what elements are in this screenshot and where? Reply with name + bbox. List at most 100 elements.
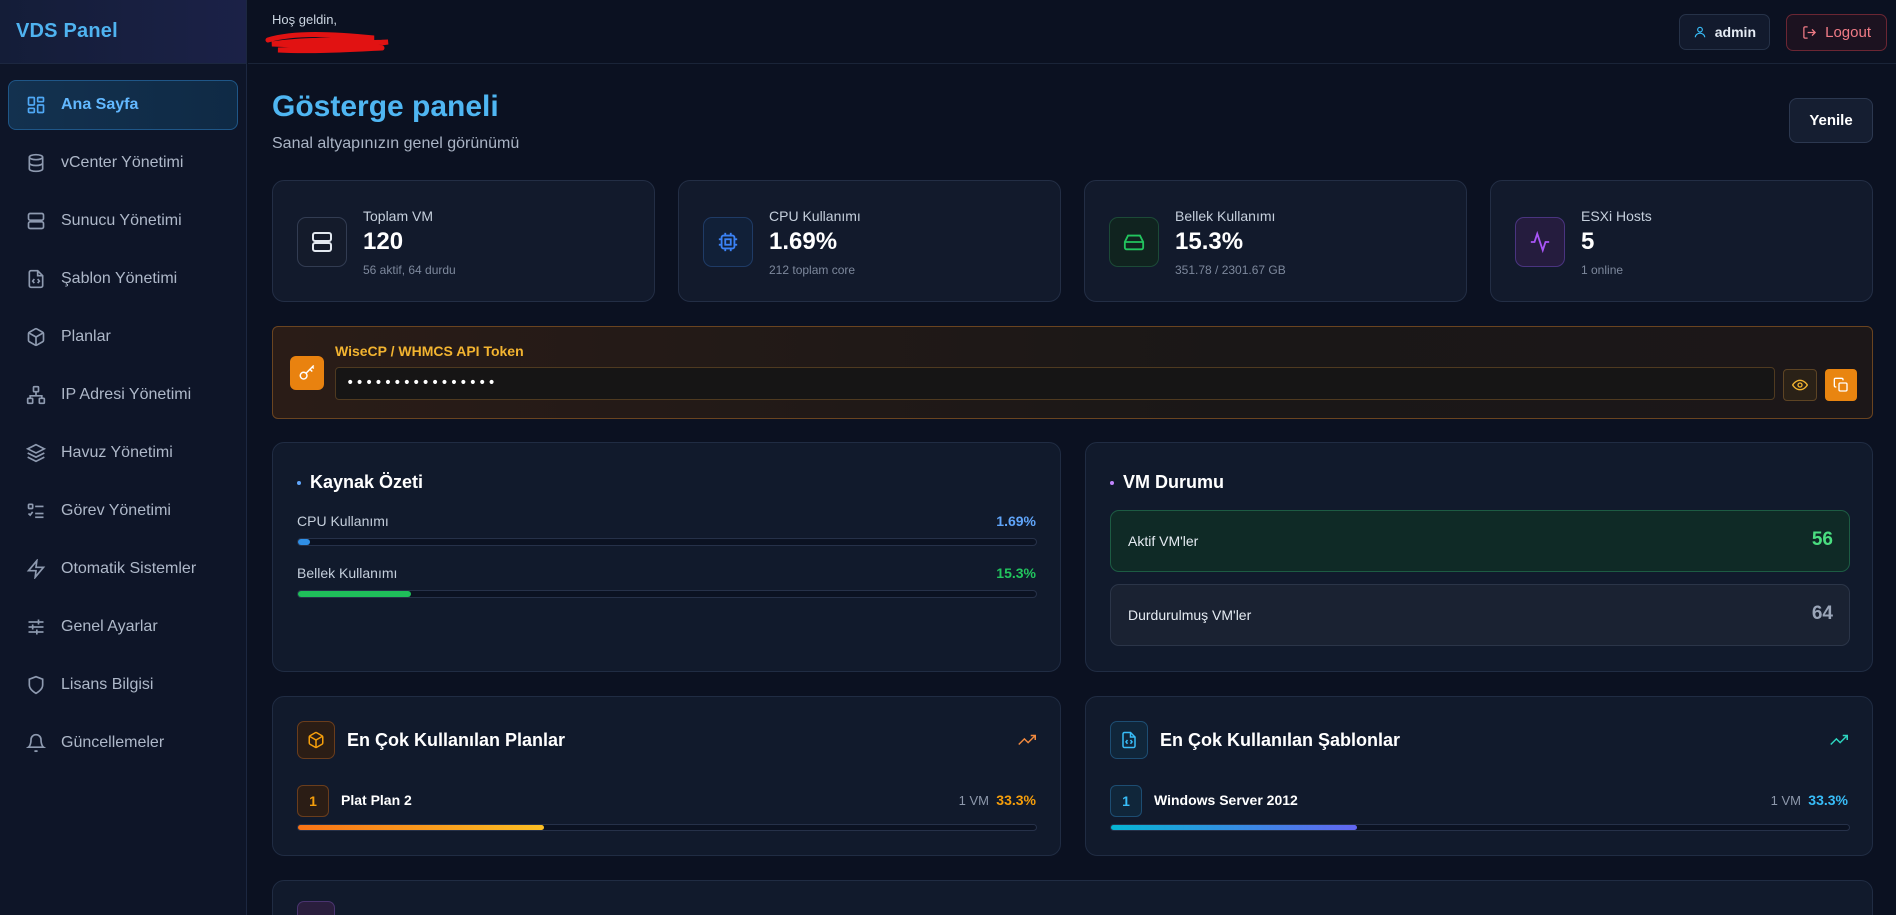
logout-icon	[1802, 25, 1817, 40]
package-icon	[26, 327, 46, 347]
server-icon	[297, 217, 347, 267]
cpu-usage-fill	[298, 539, 311, 545]
sidebar: VDS Panel Ana Sayfa vCenter Yönetimi Sun…	[0, 0, 247, 915]
sidebar-item-havuz[interactable]: Havuz Yönetimi	[8, 428, 238, 478]
active-vms-row[interactable]: Aktif VM'ler 56	[1110, 510, 1850, 572]
logout-label: Logout	[1825, 24, 1871, 41]
sidebar-item-guncellemeler[interactable]: Güncellemeler	[8, 718, 238, 768]
memory-usage-percent: 15.3%	[996, 565, 1036, 581]
sidebar-item-label: Şablon Yönetimi	[61, 270, 178, 287]
stat-value: 1.69%	[769, 228, 838, 255]
user-icon	[1693, 25, 1707, 39]
sidebar-item-label: Görev Yönetimi	[61, 502, 171, 519]
greeting-text: Hoş geldin,	[272, 12, 338, 27]
rank-badge: 1	[1110, 785, 1142, 817]
stat-card-memory: Bellek Kullanımı 15.3% 351.78 / 2301.67 …	[1084, 180, 1467, 302]
redaction-scribble	[265, 32, 389, 54]
refresh-button[interactable]: Yenile	[1789, 98, 1873, 143]
top-templates-card: En Çok Kullanılan Şablonlar 1 Windows Se…	[1085, 696, 1873, 856]
eye-icon	[1792, 377, 1808, 393]
stat-label: CPU Kullanımı	[769, 208, 861, 224]
resource-summary-card: Kaynak Özeti CPU Kullanımı 1.69% Bellek …	[272, 442, 1061, 672]
sidebar-item-otomatik[interactable]: Otomatik Sistemler	[8, 544, 238, 594]
sidebar-item-planlar[interactable]: Planlar	[8, 312, 238, 362]
api-token-label: WiseCP / WHMCS API Token	[335, 343, 524, 359]
top-templates-title: En Çok Kullanılan Şablonlar	[1160, 730, 1401, 750]
sidebar-item-ana-sayfa[interactable]: Ana Sayfa	[8, 80, 238, 130]
stat-label: ESXi Hosts	[1581, 208, 1652, 224]
sidebar-item-label: Sunucu Yönetimi	[61, 212, 182, 229]
active-vms-label: Aktif VM'ler	[1128, 533, 1199, 549]
sidebar-item-label: Ana Sayfa	[61, 96, 139, 113]
sidebar-item-gorev[interactable]: Görev Yönetimi	[8, 486, 238, 536]
show-token-button[interactable]	[1783, 369, 1817, 401]
bell-icon	[26, 733, 46, 753]
sidebar-item-label: vCenter Yönetimi	[61, 154, 184, 171]
key-icon	[290, 356, 324, 390]
stat-sub: 56 aktif, 64 durdu	[363, 263, 456, 277]
stopped-vms-row[interactable]: Durdurulmuş VM'ler 64	[1110, 584, 1850, 646]
template-name[interactable]: Windows Server 2012	[1154, 792, 1298, 808]
plan-name[interactable]: Plat Plan 2	[341, 792, 412, 808]
stat-sub: 351.78 / 2301.67 GB	[1175, 263, 1286, 277]
lightning-icon	[26, 559, 46, 579]
sidebar-item-label: Otomatik Sistemler	[61, 560, 197, 577]
sidebar-item-sunucu[interactable]: Sunucu Yönetimi	[8, 196, 238, 246]
brand-title: VDS Panel	[16, 20, 118, 42]
stat-value: 15.3%	[1175, 228, 1244, 255]
plan-usage-fill	[298, 825, 544, 830]
stat-value: 120	[363, 228, 404, 255]
sidebar-nav: Ana Sayfa vCenter Yönetimi Sunucu Yöneti…	[0, 64, 246, 768]
stat-sub: 212 toplam core	[769, 263, 856, 277]
stat-card-esxi: ESXi Hosts 5 1 online	[1490, 180, 1873, 302]
memory-usage-fill	[298, 591, 411, 597]
template-percent: 33.3%	[1808, 792, 1848, 808]
stat-label: Toplam VM	[363, 208, 434, 224]
memory-usage-label: Bellek Kullanımı	[297, 565, 398, 581]
copy-token-button[interactable]	[1825, 369, 1857, 401]
user-menu-button[interactable]: admin	[1678, 14, 1770, 50]
logout-button[interactable]: Logout	[1786, 14, 1887, 51]
section-icon-box	[297, 901, 335, 915]
template-usage-bar	[1110, 824, 1850, 831]
api-token-panel: WiseCP / WHMCS API Token •••••••••••••••…	[272, 326, 1873, 419]
plan-usage-bar	[297, 824, 1037, 831]
sidebar-item-ip-adresi[interactable]: IP Adresi Yönetimi	[8, 370, 238, 420]
trending-up-icon	[1830, 731, 1848, 749]
resource-summary-title: Kaynak Özeti	[310, 472, 424, 492]
title-dot	[297, 481, 301, 485]
stat-sub: 1 online	[1581, 263, 1624, 277]
rank-badge: 1	[297, 785, 329, 817]
template-usage-fill	[1111, 825, 1357, 830]
file-code-icon	[1110, 721, 1148, 759]
cpu-icon	[703, 217, 753, 267]
page-subtitle: Sanal altyapınızın genel görünümü	[272, 135, 520, 152]
plan-percent: 33.3%	[996, 792, 1036, 808]
sidebar-item-genel-ayarlar[interactable]: Genel Ayarlar	[8, 602, 238, 652]
stat-card-cpu: CPU Kullanımı 1.69% 212 toplam core	[678, 180, 1061, 302]
sidebar-item-label: Genel Ayarlar	[61, 618, 158, 635]
vm-status-title: VM Durumu	[1123, 472, 1224, 492]
cpu-usage-percent: 1.69%	[996, 513, 1036, 529]
shield-icon	[26, 675, 46, 695]
copy-icon	[1833, 377, 1849, 393]
sidebar-item-lisans[interactable]: Lisans Bilgisi	[8, 660, 238, 710]
hard-drive-icon	[1109, 217, 1159, 267]
stopped-vms-label: Durdurulmuş VM'ler	[1128, 607, 1252, 623]
brand[interactable]: VDS Panel	[0, 0, 246, 64]
sidebar-item-sablon[interactable]: Şablon Yönetimi	[8, 254, 238, 304]
stat-value: 5	[1581, 228, 1595, 255]
top-plans-card: En Çok Kullanılan Planlar 1 Plat Plan 2 …	[272, 696, 1061, 856]
trending-up-icon	[1018, 731, 1036, 749]
activity-icon	[1515, 217, 1565, 267]
sidebar-item-vcenter[interactable]: vCenter Yönetimi	[8, 138, 238, 188]
top-plans-title: En Çok Kullanılan Planlar	[347, 730, 566, 750]
sidebar-item-label: Lisans Bilgisi	[61, 676, 154, 693]
page-title: Gösterge paneli	[272, 90, 499, 123]
file-code-icon	[26, 269, 46, 289]
sliders-icon	[26, 617, 46, 637]
next-section-card	[272, 880, 1873, 915]
api-token-input[interactable]: ••••••••••••••••	[335, 367, 1775, 400]
active-vms-count: 56	[1811, 529, 1833, 550]
plan-vm-count: 1 VM	[958, 793, 989, 808]
